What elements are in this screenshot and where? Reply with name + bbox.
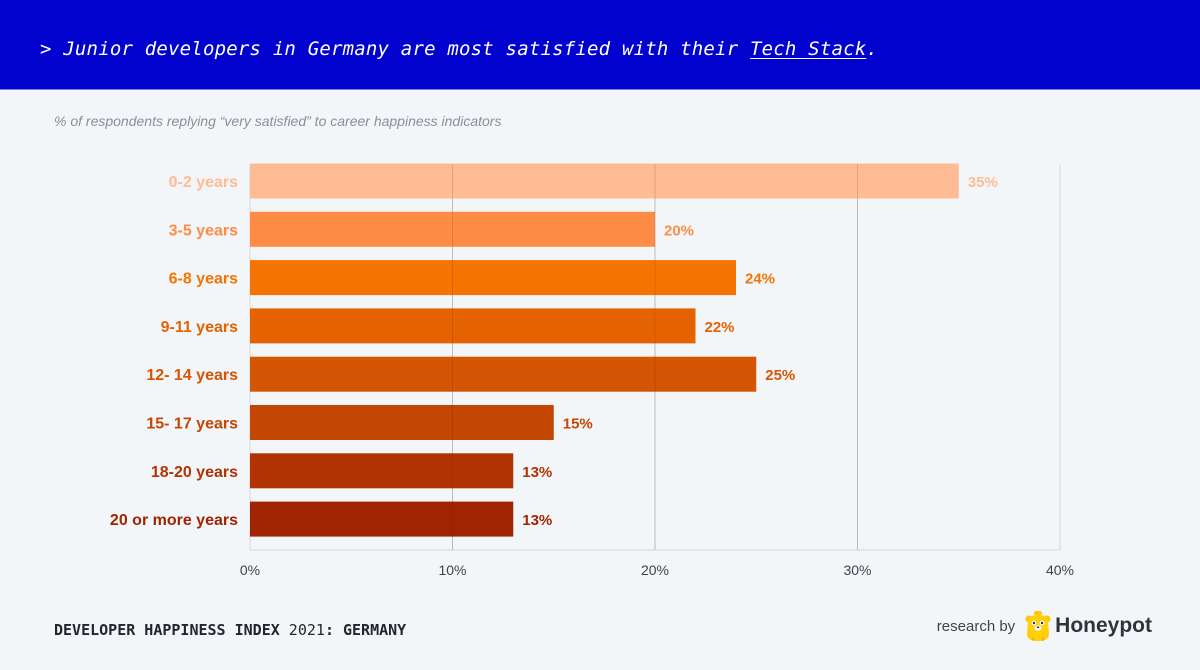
category-label: 0-2 years	[169, 174, 238, 191]
x-tick-label: 0%	[240, 562, 260, 578]
category-label: 20 or more years	[110, 512, 238, 529]
category-label: 6-8 years	[169, 271, 238, 288]
bar	[250, 405, 554, 440]
x-tick-label: 10%	[438, 562, 466, 578]
x-axis-ticks: 0% 10% 20% 30% 40%	[240, 562, 1074, 578]
value-label: 24%	[745, 271, 775, 288]
value-label: 25%	[765, 367, 795, 384]
category-label: 9-11 years	[161, 319, 239, 336]
category-label: 3-5 years	[169, 222, 238, 239]
x-tick-label: 20%	[641, 562, 669, 578]
footer-title-country: : GERMANY	[324, 621, 407, 639]
category-label: 15- 17 years	[146, 416, 238, 433]
category-label: 18-20 years	[151, 464, 238, 481]
value-label: 20%	[664, 222, 694, 239]
bar-chart: 0-2 years 3-5 years 6-8 years 9-11 years 12-…	[110, 163, 1074, 578]
brand-credit: research by Honeypot	[937, 610, 1152, 642]
x-tick-label: 30%	[843, 562, 871, 578]
value-label: 35%	[968, 174, 998, 191]
bar	[250, 453, 514, 489]
research-by-label: research by	[936, 617, 1016, 635]
value-label: 15%	[563, 416, 593, 433]
value-label: 13%	[522, 464, 552, 481]
value-label: 22%	[705, 319, 735, 336]
bar	[250, 308, 696, 344]
x-tick-label: 40%	[1046, 562, 1074, 578]
category-label: 12- 14 years	[146, 367, 238, 384]
honeypot-bear-logo-icon	[1025, 611, 1051, 641]
bar	[250, 260, 736, 296]
brand-name: Honeypot	[1055, 614, 1152, 637]
category-labels: 0-2 years 3-5 years 6-8 years 9-11 years 12-…	[110, 174, 238, 529]
bar	[250, 163, 959, 199]
bars	[250, 163, 959, 537]
bar	[250, 501, 514, 537]
footer-title-main: DEVELOPER HAPPINESS INDEX	[54, 621, 280, 639]
bar	[250, 356, 757, 392]
footer-title-year: 2021	[279, 621, 325, 639]
footer-title: DEVELOPER HAPPINESS INDEX 2021: GERMANY	[54, 621, 406, 639]
value-label: 13%	[522, 512, 552, 529]
